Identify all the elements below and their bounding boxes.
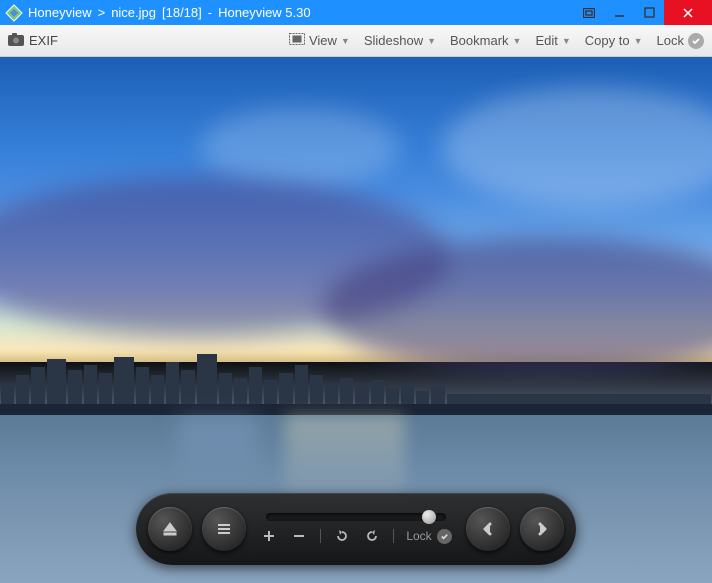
title-index: [18/18] (162, 5, 202, 20)
exif-label: EXIF (29, 33, 58, 48)
fullscreen-button[interactable] (574, 0, 604, 25)
view-label: View (309, 33, 337, 48)
copy-to-menu[interactable]: Copy to ▼ (585, 33, 643, 48)
menu-button[interactable] (202, 507, 246, 551)
lock-toggle[interactable]: Lock (406, 529, 451, 544)
title-app-name: Honeyview (28, 5, 92, 20)
edit-menu[interactable]: Edit ▼ (535, 33, 570, 48)
eject-button[interactable] (148, 507, 192, 551)
dropdown-icon: ▼ (341, 36, 350, 46)
title-separator: > (98, 5, 106, 20)
camera-icon (8, 33, 24, 49)
slider-thumb[interactable] (422, 510, 436, 524)
rotate-left-button[interactable] (333, 527, 351, 545)
dropdown-icon: ▼ (562, 36, 571, 46)
check-icon (437, 529, 452, 544)
titlebar: Honeyview > nice.jpg [18/18] - Honeyview… (0, 0, 712, 25)
check-icon (688, 33, 704, 49)
lock-toggle-label: Lock (406, 529, 431, 543)
prev-button[interactable] (466, 507, 510, 551)
bookmark-menu[interactable]: Bookmark ▼ (450, 33, 521, 48)
dropdown-icon: ▼ (513, 36, 522, 46)
next-button[interactable] (520, 507, 564, 551)
bookmark-label: Bookmark (450, 33, 509, 48)
lock-menu[interactable]: Lock (657, 33, 704, 49)
edit-label: Edit (535, 33, 557, 48)
lock-label: Lock (657, 33, 684, 48)
player-controls: Lock (136, 493, 576, 565)
view-menu[interactable]: View ▼ (289, 33, 350, 48)
minimize-button[interactable] (604, 0, 634, 25)
exif-button[interactable]: EXIF (8, 33, 58, 49)
title-app-title: Honeyview 5.30 (218, 5, 311, 20)
toolbar: EXIF View ▼ Slideshow ▼ Bookmark ▼ Edit … (0, 25, 712, 57)
image-viewport[interactable]: Lock (0, 57, 712, 583)
fit-icon (289, 33, 305, 48)
app-icon (5, 4, 23, 22)
zoom-slider[interactable] (266, 513, 446, 521)
dropdown-icon: ▼ (634, 36, 643, 46)
dropdown-icon: ▼ (427, 36, 436, 46)
title-dash: - (208, 5, 212, 20)
slideshow-menu[interactable]: Slideshow ▼ (364, 33, 436, 48)
title-file-name: nice.jpg (111, 5, 156, 20)
zoom-out-button[interactable] (290, 527, 308, 545)
rotate-right-button[interactable] (363, 527, 381, 545)
slideshow-label: Slideshow (364, 33, 423, 48)
maximize-button[interactable] (634, 0, 664, 25)
close-button[interactable] (664, 0, 712, 25)
copy-to-label: Copy to (585, 33, 630, 48)
zoom-in-button[interactable] (260, 527, 278, 545)
